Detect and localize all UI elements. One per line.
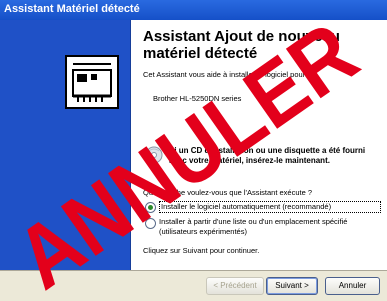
window-title: Assistant Matériel détecté bbox=[4, 3, 140, 15]
wizard-heading: Assistant Ajout de nouveau matériel déte… bbox=[143, 28, 340, 62]
button-bar: < Précédent Suivant > Annuler bbox=[0, 270, 387, 301]
title-bar[interactable]: Assistant Matériel détecté bbox=[0, 0, 387, 20]
option-manual-install-label[interactable]: Installer à partir d'une liste ou d'un e… bbox=[159, 217, 383, 237]
install-note: Si un CD d'installation ou une disquette… bbox=[169, 146, 366, 165]
wizard-window: Assistant Matériel détecté Assistant Ajo… bbox=[0, 0, 387, 301]
radio-manual-install[interactable] bbox=[145, 218, 156, 229]
cd-icon bbox=[145, 146, 163, 164]
cancel-button[interactable]: Annuler bbox=[325, 277, 380, 295]
continue-text: Cliquez sur Suivant pour continuer. bbox=[143, 246, 260, 255]
wizard-content: Assistant Ajout de nouveau matériel déte… bbox=[131, 20, 387, 270]
task-question: Quelle tâche voulez-vous que l'Assistant… bbox=[143, 188, 313, 197]
device-name: Brother HL-5250DN series bbox=[153, 94, 242, 103]
radio-auto-install[interactable] bbox=[145, 202, 156, 213]
option-auto-install-label[interactable]: Installer le logiciel automatiquement (r… bbox=[159, 201, 381, 213]
next-button[interactable]: Suivant > bbox=[266, 277, 318, 295]
intro-text: Cet Assistant vous aide à installer le l… bbox=[143, 70, 310, 79]
hardware-icon bbox=[65, 55, 119, 109]
wizard-sidebar bbox=[0, 20, 131, 270]
back-button[interactable]: < Précédent bbox=[206, 277, 264, 295]
